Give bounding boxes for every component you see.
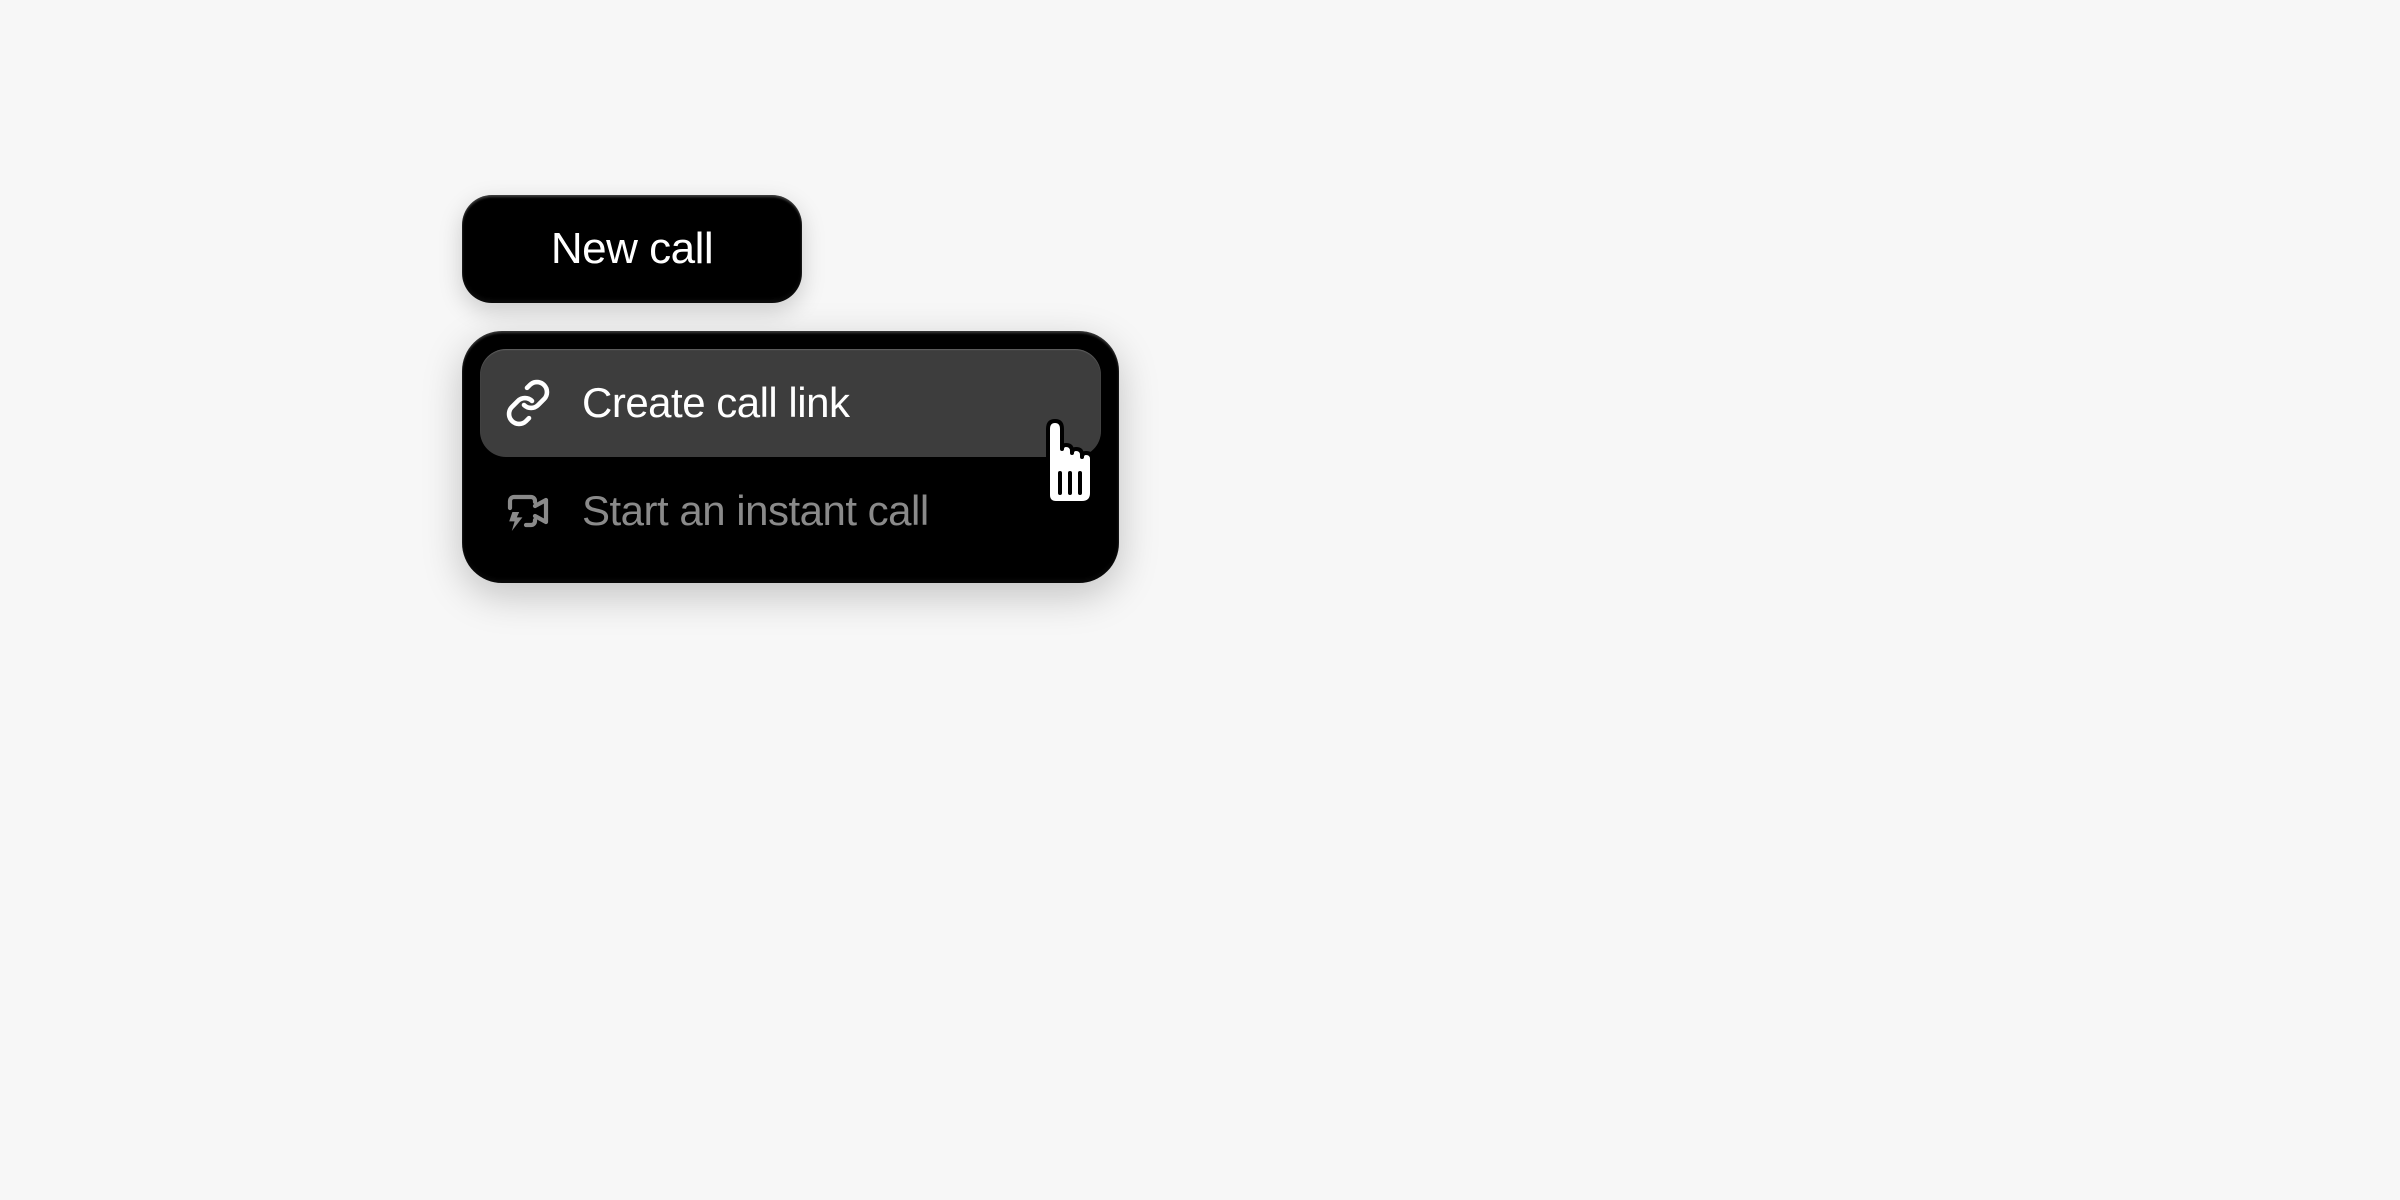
new-call-button-label: New call [551,224,713,274]
link-icon [504,379,552,427]
menu-item-label: Create call link [582,379,849,427]
create-call-link-item[interactable]: Create call link [480,349,1101,457]
new-call-button[interactable]: New call [462,195,802,303]
menu-item-label: Start an instant call [582,487,929,535]
new-call-dropdown: Create call link Start an instant call [462,331,1119,583]
video-instant-icon [504,487,552,535]
start-instant-call-item[interactable]: Start an instant call [480,457,1101,565]
